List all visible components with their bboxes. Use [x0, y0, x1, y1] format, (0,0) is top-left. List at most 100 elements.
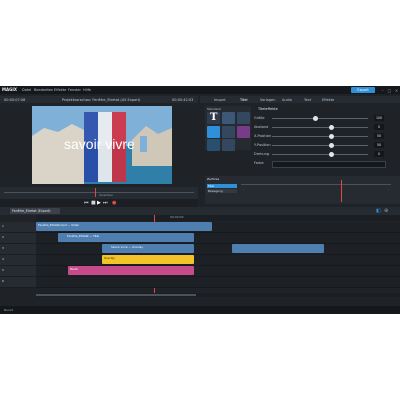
track-header[interactable]: 2 — [0, 233, 36, 244]
timeline-clip[interactable]: Fenêtre_Etretat.mp4 — Video — [36, 222, 212, 231]
timeline-toolbar: Fenêtre_Etretat (Export) ◧ ⊕ — [0, 207, 400, 215]
flag-icon — [59, 236, 65, 241]
title-template-sparkle-icon[interactable] — [237, 126, 250, 138]
tab-effects[interactable]: Effekte — [322, 98, 334, 102]
title-template-film-icon[interactable] — [207, 126, 220, 138]
timeline-clip[interactable]: Musik — [68, 266, 194, 275]
track-header[interactable]: 4 — [0, 255, 36, 266]
color-field[interactable] — [272, 160, 386, 168]
param-row-color: Farbe — [254, 159, 394, 168]
video-preview[interactable]: savoir vivre — [32, 106, 172, 184]
tab-audio[interactable]: Audio — [282, 98, 292, 102]
param-slider-track[interactable] — [272, 135, 368, 137]
title-template-star-icon[interactable] — [222, 126, 235, 138]
track-header[interactable]: 1 — [0, 222, 36, 233]
title-template-credits-icon[interactable] — [222, 139, 235, 151]
param-value[interactable]: 0 — [374, 151, 384, 157]
subpanel-title: Zeitlinie — [207, 177, 220, 181]
app-logo: MAGIX — [2, 87, 17, 92]
param-value[interactable]: 50 — [374, 133, 384, 139]
param-row-spacing: Abstand 0 — [254, 123, 394, 131]
param-slider-track[interactable] — [272, 153, 368, 155]
tab-titles[interactable]: Titel — [240, 98, 248, 102]
track-lane[interactable]: Savoir vivre — Overlay — [36, 244, 400, 255]
param-value[interactable]: 100 — [374, 115, 384, 121]
track-index: 5 — [2, 268, 4, 272]
param-row-y-position: Y-Position 50 — [254, 141, 394, 149]
close-icon[interactable]: × — [394, 88, 399, 93]
scrollbar-thumb[interactable] — [36, 294, 196, 296]
param-label: Y-Position — [254, 143, 271, 147]
title-template-effect-icon[interactable] — [237, 112, 250, 124]
param-slider-knob[interactable] — [329, 133, 335, 139]
clip-label: Overlay — [104, 255, 115, 260]
param-label: Größe — [254, 116, 265, 120]
zoom-icon[interactable]: ⊕ — [384, 208, 388, 214]
stop-icon[interactable]: ■ — [91, 200, 96, 206]
menu-edit[interactable]: Bearbeiten — [34, 88, 53, 92]
subpanel-item-selected[interactable]: Titel — [207, 184, 237, 188]
play-icon[interactable]: ▶ — [97, 200, 101, 206]
track-header[interactable]: 5 — [0, 266, 36, 277]
track-lane[interactable]: Musik — [36, 266, 400, 277]
param-value[interactable]: 0 — [374, 124, 384, 130]
ruler-label: 00:00:00 — [170, 215, 184, 219]
playhead-marker[interactable] — [95, 188, 96, 197]
track-index: 4 — [2, 257, 4, 261]
preview-header: 00:00:07:08 Projektvorschau: Fenêtre_Etr… — [0, 96, 198, 103]
video-overlay-text: savoir vivre — [64, 136, 135, 152]
param-value[interactable]: 50 — [374, 142, 384, 148]
param-slider-knob[interactable] — [312, 115, 318, 121]
skip-back-icon[interactable]: ⏮ — [84, 200, 89, 206]
param-slider-track[interactable] — [272, 126, 368, 128]
title-template-text[interactable]: T — [207, 112, 220, 124]
timecode-right: 00:00:42:03 — [172, 97, 194, 102]
timeline-clip[interactable]: Overlay — [102, 255, 194, 264]
menu-help[interactable]: Hilfe — [83, 88, 91, 92]
track-header[interactable]: 6 — [0, 277, 36, 288]
track-header[interactable]: 3 — [0, 244, 36, 255]
export-button[interactable]: Export — [351, 87, 375, 93]
timeline-tab[interactable]: Fenêtre_Etretat (Export) — [10, 208, 60, 214]
magnet-icon[interactable]: ◧ — [376, 208, 381, 214]
param-slider-knob[interactable] — [329, 151, 335, 157]
clip-label: Savoir vivre — Overlay — [111, 244, 144, 249]
title-template-motion-icon[interactable] — [222, 112, 235, 124]
param-slider-track[interactable] — [272, 144, 368, 146]
track-lane[interactable]: Fenêtre_Etretat — Titel — [36, 233, 400, 244]
menu-window[interactable]: Fenster — [68, 88, 81, 92]
track-lane[interactable]: Overlay — [36, 255, 400, 266]
param-slider-knob[interactable] — [329, 124, 335, 130]
title-template-lower-third-icon[interactable] — [207, 139, 220, 151]
tab-templates[interactable]: Vorlagen — [260, 98, 275, 102]
timeline-ruler[interactable]: 00:00:00 — [36, 215, 400, 221]
timeline-clip[interactable] — [232, 244, 324, 253]
skip-forward-icon[interactable]: ⏭ — [103, 200, 108, 206]
timeline-clip[interactable]: Fenêtre_Etretat — Titel — [58, 233, 194, 242]
transport-bar: ⏮ ■ ▶ ⏭ ● — [0, 199, 198, 207]
param-slider-knob[interactable] — [329, 142, 335, 148]
tab-import[interactable]: Import — [214, 98, 226, 102]
record-icon[interactable]: ● — [112, 200, 116, 206]
track-index: 6 — [2, 279, 4, 283]
maximize-icon[interactable]: □ — [387, 88, 392, 93]
minimize-icon[interactable]: – — [380, 88, 385, 93]
track-index: 2 — [2, 235, 4, 239]
param-slider-track[interactable] — [272, 117, 368, 119]
keyframe-playhead[interactable] — [341, 180, 342, 202]
param-row-x-position: X-Position 50 — [254, 132, 394, 140]
timecode-left: 00:00:07:08 — [4, 97, 26, 102]
editor-window: MAGIX Datei Bearbeiten Effekte Fenster H… — [0, 86, 400, 314]
menu-effects[interactable]: Effekte — [54, 88, 66, 92]
preview-title: Projektvorschau: Fenêtre_Etretat (A5 Exp… — [62, 97, 141, 102]
menu-file[interactable]: Datei — [22, 88, 31, 92]
timeline-scrollbar[interactable] — [36, 293, 400, 297]
track-lane[interactable] — [36, 277, 400, 288]
media-panel-tabs: Import Titel Vorlagen Audio Text Effekte — [200, 96, 400, 103]
preview-scrubber[interactable]: Vorschau — [0, 187, 198, 199]
timeline-clip[interactable]: Savoir vivre — Overlay — [102, 244, 194, 253]
track-lane[interactable]: Fenêtre_Etretat.mp4 — Video — [36, 222, 400, 233]
subpanel-item[interactable]: Bewegung — [207, 189, 237, 193]
tab-text[interactable]: Text — [304, 98, 311, 102]
clip-label: Fenêtre_Etretat.mp4 — Video — [38, 222, 80, 227]
